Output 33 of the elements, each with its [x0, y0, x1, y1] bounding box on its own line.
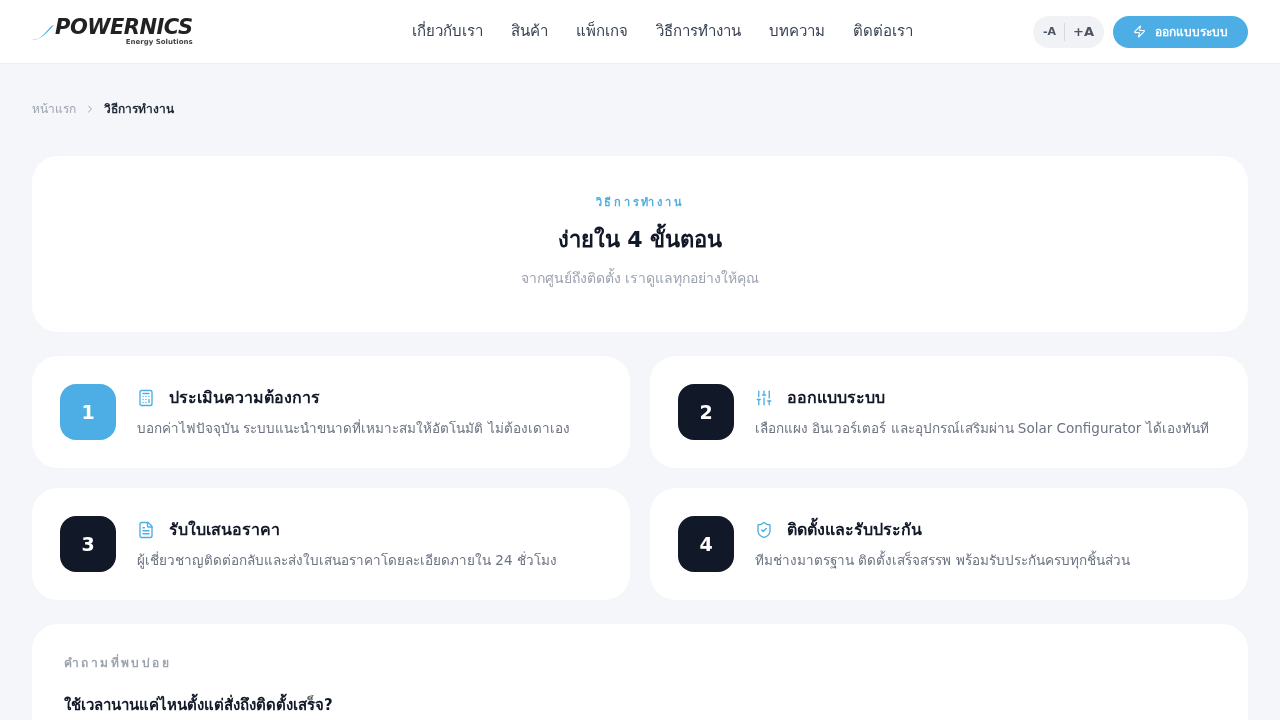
- step-description: บอกค่าไฟปัจจุบัน ระบบแนะนำขนาดที่เหมาะสมให้อัตโนมัติ ไม่ต้องเดาเอง: [137, 418, 570, 439]
- sliders-icon: [755, 389, 773, 407]
- step-number: 3: [60, 516, 116, 572]
- step-description: ผู้เชี่ยวชาญติดต่อกลับและส่งใบเสนอราคาโดยละเอียดภายใน 24 ชั่วโมง: [137, 550, 557, 571]
- section-title: ง่ายใน 4 ขั้นตอน: [557, 223, 723, 257]
- faq-question[interactable]: ใช้เวลานานแค่ไหนตั้งแต่สั่งถึงติดตั้งเสร็จ?: [64, 694, 333, 717]
- step-number: 2: [678, 384, 734, 440]
- logo-wordmark: POWERNICS: [55, 17, 193, 38]
- section-subtitle: จากศูนย์ถึงติดตั้ง เราดูแลทุกอย่างให้คุณ: [520, 268, 760, 289]
- nav-link[interactable]: บทความ: [768, 20, 825, 43]
- step-title: ออกแบบระบบ: [787, 387, 885, 409]
- step-title: ประเมินความต้องการ: [169, 387, 320, 409]
- shield-check-icon: [755, 521, 773, 539]
- nav-link[interactable]: แพ็กเกจ: [575, 20, 628, 43]
- nav-link[interactable]: ติดต่อเรา: [852, 20, 913, 43]
- section-eyebrow: วิธีการทำงาน: [595, 194, 685, 211]
- step-number: 4: [678, 516, 734, 572]
- nav-link[interactable]: เกี่ยวกับเรา: [411, 20, 483, 43]
- document-icon: [137, 521, 155, 539]
- nav-link[interactable]: สินค้า: [510, 20, 548, 43]
- step-number: 1: [60, 384, 116, 440]
- calculator-icon: [137, 389, 155, 407]
- step-description: ทีมช่างมาตรฐาน ติดตั้งเสร็จสรรพ พร้อมรับประกันครบทุกชิ้นส่วน: [755, 550, 1130, 571]
- breadcrumb-link[interactable]: วิธีการทำงาน: [104, 100, 174, 118]
- step-title: ติดตั้งและรับประกัน: [787, 518, 922, 542]
- nav-link[interactable]: วิธีการทำงาน: [655, 20, 741, 43]
- swoosh-icon: [32, 24, 54, 41]
- font-size-button[interactable]: +A: [1071, 25, 1096, 38]
- font-size-button[interactable]: -A: [1040, 26, 1059, 37]
- step-title: รับใบเสนอราคา: [169, 519, 280, 541]
- lightning-icon: [1133, 25, 1146, 38]
- faq-eyebrow: คำถามที่พบบ่อย: [64, 654, 171, 672]
- step-description: เลือกแผง อินเวอร์เตอร์ และอุปกรณ์เสริมผ่าน Solar Configurator ได้เองทันที: [755, 419, 1209, 439]
